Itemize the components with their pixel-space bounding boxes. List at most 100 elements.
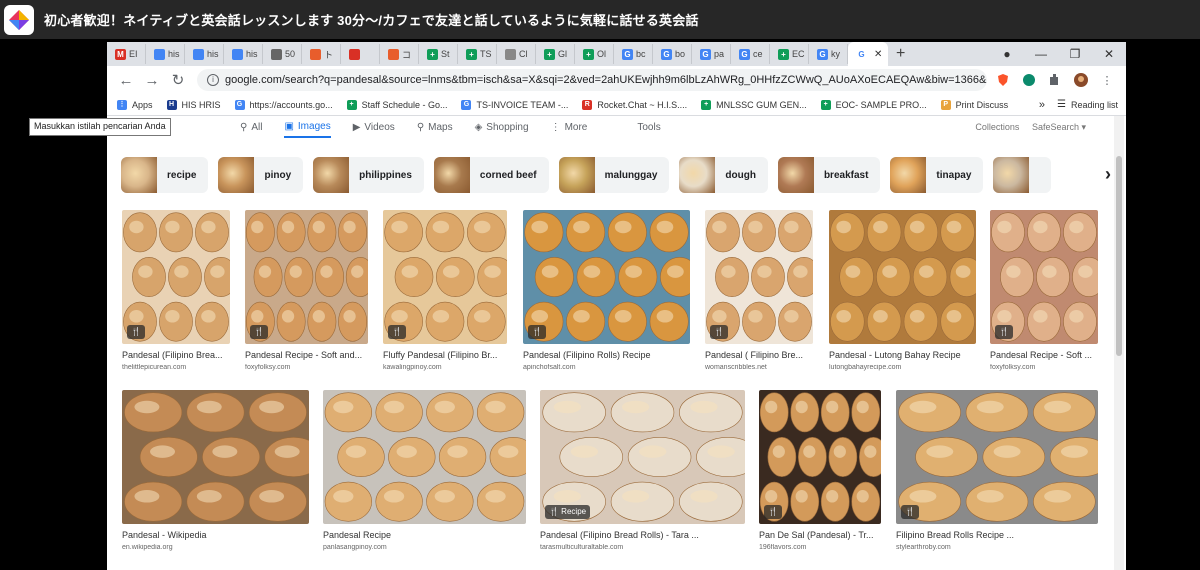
bookmark-item[interactable]: H HIS HRIS bbox=[166, 99, 221, 110]
new-tab-button[interactable]: + bbox=[896, 45, 916, 63]
bookmark-item[interactable]: G TS-INVOICE TEAM -... bbox=[461, 99, 568, 110]
result-thumbnail[interactable] bbox=[323, 390, 526, 524]
related-search-chip[interactable]: malunggay bbox=[558, 157, 670, 193]
result-title[interactable]: Pan De Sal (Pandesal) - Tr... bbox=[759, 530, 881, 540]
browser-tab[interactable]: Cl bbox=[497, 44, 536, 64]
result-source[interactable]: panlasangpinoy.com bbox=[323, 544, 526, 551]
profile-menu-icon[interactable]: ● bbox=[990, 47, 1024, 61]
profile-avatar[interactable] bbox=[1071, 73, 1091, 87]
close-tab-icon[interactable]: ✕ bbox=[874, 49, 882, 60]
result-source[interactable]: stylearthroby.com bbox=[896, 544, 1098, 551]
result-title[interactable]: Fluffy Pandesal (Filipino Br... bbox=[383, 350, 507, 360]
reading-list-button[interactable]: ☰ Reading list bbox=[1057, 99, 1118, 110]
browser-tab[interactable]: his bbox=[146, 44, 185, 64]
result-source[interactable]: thelittlepicurean.com bbox=[122, 364, 230, 371]
image-result[interactable]: Pandesal Recipe panlasangpinoy.com bbox=[323, 390, 526, 551]
search-tab-maps[interactable]: ⚲ Maps bbox=[417, 116, 453, 138]
browser-tab[interactable]: + EC bbox=[770, 44, 809, 64]
puzzle-extensions-icon[interactable] bbox=[1045, 73, 1065, 87]
browser-tab[interactable]: M EI bbox=[107, 44, 146, 64]
result-thumbnail[interactable]: 🍴 bbox=[122, 210, 230, 344]
related-search-chip[interactable]: pinoy bbox=[218, 157, 304, 193]
related-search-chip[interactable]: tinapay bbox=[890, 157, 984, 193]
browser-tab[interactable]: + Gl bbox=[536, 44, 575, 64]
result-source[interactable]: lutongbahayrecipe.com bbox=[829, 364, 976, 371]
image-result[interactable]: 🍴 Pandesal (Filipino Rolls) Recipe apincho… bbox=[523, 210, 690, 371]
result-thumbnail[interactable]: 🍴 bbox=[705, 210, 813, 344]
result-thumbnail[interactable]: 🍴 Recipe bbox=[540, 390, 745, 524]
result-title[interactable]: Pandesal Recipe - Soft and... bbox=[245, 350, 368, 360]
related-search-chip[interactable]: breakfast bbox=[777, 157, 881, 193]
site-info-icon[interactable]: i bbox=[207, 74, 219, 86]
image-result[interactable]: 🍴 Pandesal Recipe - Soft and... foxyfolksy… bbox=[245, 210, 368, 371]
related-search-chip[interactable]: corned beef bbox=[433, 157, 549, 193]
result-title[interactable]: Pandesal Recipe bbox=[323, 530, 526, 540]
image-result[interactable]: Pandesal - Wikipedia en.wikipedia.org bbox=[122, 390, 309, 551]
browser-tab[interactable]: コ bbox=[380, 44, 419, 64]
related-search-chip[interactable]: recipe bbox=[121, 157, 209, 193]
browser-tab[interactable]: his bbox=[185, 44, 224, 64]
related-search-chip[interactable]: philippines bbox=[313, 157, 424, 193]
browser-tab[interactable]: 50 bbox=[263, 44, 302, 64]
bookmark-item[interactable]: Ghttps://accounts.go... bbox=[234, 99, 333, 110]
browser-tab[interactable]: Gbo bbox=[653, 44, 692, 64]
search-tab-videos[interactable]: ▶ Videos bbox=[353, 116, 395, 138]
result-thumbnail[interactable]: 🍴 bbox=[896, 390, 1098, 524]
bookmark-item[interactable]: ⋮ Apps bbox=[117, 99, 153, 110]
bookmark-item[interactable]: R Rocket.Chat ~ H.I.S.... bbox=[582, 99, 687, 110]
scrollbar-thumb[interactable] bbox=[1116, 156, 1122, 356]
browser-tab[interactable]: Gce bbox=[731, 44, 770, 64]
image-result[interactable]: Pandesal - Lutong Bahay Recipe lutongbaha… bbox=[829, 210, 976, 371]
result-source[interactable]: apinchofsalt.com bbox=[523, 364, 690, 371]
image-result[interactable]: 🍴 Fluffy Pandesal (Filipino Br... kawaling… bbox=[383, 210, 507, 371]
browser-tab[interactable]: Gbc bbox=[614, 44, 653, 64]
result-thumbnail[interactable] bbox=[829, 210, 976, 344]
bookmark-item[interactable]: + Staff Schedule - Go... bbox=[346, 99, 447, 110]
browser-tab[interactable]: Gpa bbox=[692, 44, 731, 64]
address-bar[interactable]: i google.com/search?q=pandesal&source=ln… bbox=[197, 69, 987, 91]
result-source[interactable]: womanscribbles.net bbox=[705, 364, 813, 371]
chrome-menu-icon[interactable]: ⋮ bbox=[1097, 73, 1117, 87]
bookmark-item[interactable]: + MNLSSC GUM GEN... bbox=[701, 99, 807, 110]
result-source[interactable]: tarasmulticulturaltable.com bbox=[540, 544, 745, 551]
reload-button[interactable]: ↻ bbox=[165, 71, 191, 89]
result-title[interactable]: Pandesal - Lutong Bahay Recipe bbox=[829, 350, 976, 360]
result-thumbnail[interactable]: 🍴 bbox=[759, 390, 881, 524]
browser-tab[interactable]: + St bbox=[419, 44, 458, 64]
search-tab-shopping[interactable]: ◈ Shopping bbox=[475, 116, 529, 138]
result-title[interactable]: Filipino Bread Rolls Recipe ... bbox=[896, 530, 1098, 540]
browser-tab[interactable]: + TS bbox=[458, 44, 497, 64]
page-scrollbar[interactable] bbox=[1114, 116, 1124, 570]
image-result[interactable]: 🍴 Pandesal ( Filipino Bre... womanscribble… bbox=[705, 210, 813, 371]
back-button[interactable]: ← bbox=[113, 72, 139, 89]
close-window-button[interactable]: ✕ bbox=[1092, 47, 1126, 61]
browser-tab[interactable]: + Ol bbox=[575, 44, 614, 64]
active-browser-tab[interactable]: G ✕ bbox=[848, 42, 888, 66]
bookmark-item[interactable]: + EOC- SAMPLE PRO... bbox=[820, 99, 927, 110]
image-result[interactable]: 🍴 Pandesal Recipe - Soft ... foxyfolksy.co… bbox=[990, 210, 1098, 371]
minimize-button[interactable]: — bbox=[1024, 47, 1058, 61]
tools-button[interactable]: Tools bbox=[637, 116, 660, 138]
result-title[interactable]: Pandesal ( Filipino Bre... bbox=[705, 350, 813, 360]
image-result[interactable]: 🍴 Recipe Pandesal (Filipino Bread Rolls) … bbox=[540, 390, 745, 551]
result-thumbnail[interactable]: 🍴 bbox=[383, 210, 507, 344]
image-result[interactable]: 🍴 Filipino Bread Rolls Recipe ... styleart… bbox=[896, 390, 1098, 551]
result-source[interactable]: foxyfolksy.com bbox=[245, 364, 368, 371]
collections-link[interactable]: Collections bbox=[975, 122, 1019, 132]
result-source[interactable]: kawalingpinoy.com bbox=[383, 364, 507, 371]
result-title[interactable]: Pandesal Recipe - Soft ... bbox=[990, 350, 1098, 360]
related-search-chip[interactable]: dough bbox=[679, 157, 768, 193]
restore-button[interactable]: ❐ bbox=[1058, 47, 1092, 61]
chips-next-arrow-icon[interactable]: › bbox=[1105, 164, 1111, 185]
result-title[interactable]: Pandesal - Wikipedia bbox=[122, 530, 309, 540]
result-thumbnail[interactable]: 🍴 bbox=[245, 210, 368, 344]
browser-tab[interactable]: ト bbox=[302, 44, 341, 64]
browser-tab[interactable] bbox=[341, 44, 380, 64]
search-tab-more[interactable]: ⋮ More bbox=[551, 116, 588, 138]
bookmark-item[interactable]: P Print Discuss bbox=[940, 99, 1008, 110]
result-source[interactable]: foxyfolksy.com bbox=[990, 364, 1098, 371]
result-thumbnail[interactable]: 🍴 bbox=[523, 210, 690, 344]
related-search-chip[interactable] bbox=[993, 157, 1052, 193]
result-source[interactable]: en.wikipedia.org bbox=[122, 544, 309, 551]
result-title[interactable]: Pandesal (Filipino Brea... bbox=[122, 350, 230, 360]
